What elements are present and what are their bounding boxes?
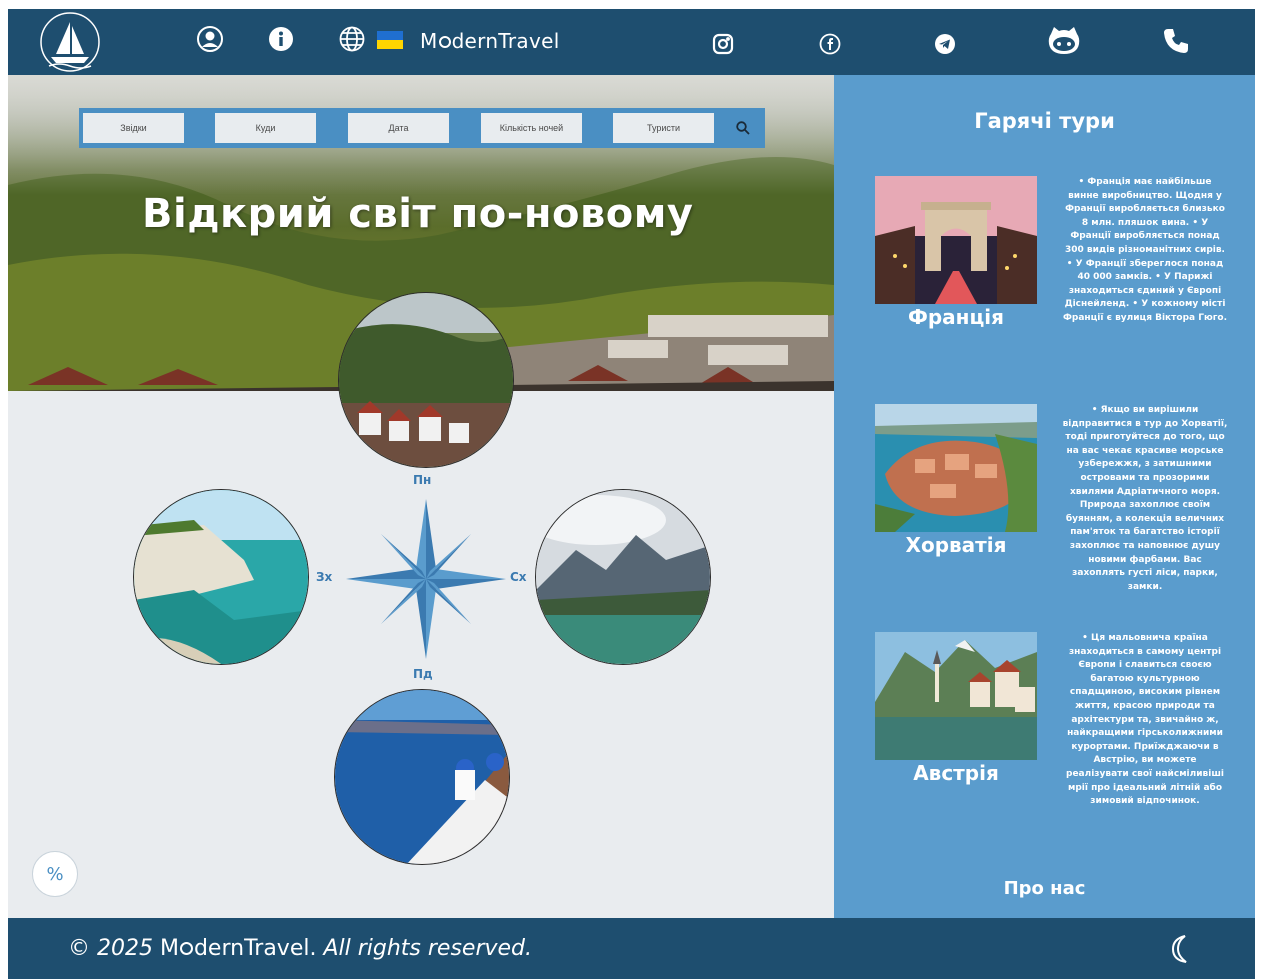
search-bar: Звідки Куди Дата Кількість ночей Туристи (79, 108, 765, 148)
sailboat-logo-icon[interactable] (39, 12, 101, 72)
west-destination-image[interactable] (133, 489, 309, 665)
search-from-field[interactable]: Звідки (83, 113, 184, 143)
instagram-icon[interactable] (711, 32, 735, 56)
search-nights-field[interactable]: Кількість ночей (481, 113, 582, 143)
phone-icon[interactable] (1161, 26, 1191, 56)
tour-text-france: • Франція має найбільше винне виробництв… (1062, 177, 1228, 323)
github-icon[interactable] (1046, 25, 1082, 57)
telegram-icon[interactable] (933, 32, 957, 56)
info-icon[interactable] (267, 25, 295, 53)
search-date-field[interactable]: Дата (348, 113, 449, 143)
moon-icon[interactable] (1168, 934, 1194, 968)
user-icon[interactable] (196, 25, 224, 53)
tour-text-croatia: • Якщо ви вирішили відправитися в тур до… (1062, 405, 1228, 592)
discount-button[interactable]: % (32, 851, 78, 897)
compass-rose-icon (346, 499, 506, 659)
footer-brand: MdernTravel. (159, 936, 317, 961)
hero-headline: Відкрий світ по-новому (142, 191, 694, 237)
north-destination-image[interactable] (338, 292, 514, 468)
tour-name-austria[interactable]: Австрія (875, 761, 1037, 785)
compass-east-label: Сх (510, 570, 527, 584)
brand-name[interactable]: MdernTravel (420, 29, 560, 53)
compass-south-label: Пд (413, 667, 433, 681)
search-icon[interactable] (731, 116, 755, 140)
hot-tours-title: Гарячі тури (974, 109, 1115, 133)
south-destination-image[interactable] (334, 689, 510, 865)
ukraine-flag-icon[interactable] (377, 30, 403, 50)
tour-name-croatia[interactable]: Хорватія (875, 533, 1037, 557)
globe-icon[interactable] (338, 25, 366, 53)
about-us-link[interactable]: Про нас (834, 878, 1255, 899)
hot-tours-panel: Гарячі тури Франція • Франція має найбіл… (834, 75, 1255, 918)
compass-north-label: Пн (413, 473, 432, 487)
copyright-text: © 2025 MdernTravel. All rights reserved. (68, 936, 533, 961)
tour-image-croatia[interactable] (875, 404, 1037, 532)
search-tourists-field[interactable]: Туристи (613, 113, 714, 143)
tour-text-austria: • Ця мальовнича країна знаходиться в сам… (1066, 633, 1224, 807)
east-destination-image[interactable] (535, 489, 711, 665)
header: MdernTravel (8, 9, 1255, 75)
footer: © 2025 MdernTravel. All rights reserved. (8, 918, 1255, 979)
facebook-icon[interactable] (818, 32, 842, 56)
compass-west-label: Зх (316, 570, 333, 584)
tour-image-france[interactable] (875, 176, 1037, 304)
page: MdernTravel Звідки Куди Дата Кількість н… (8, 9, 1255, 979)
tour-name-france[interactable]: Франція (875, 305, 1037, 329)
search-to-field[interactable]: Куди (215, 113, 316, 143)
tour-image-austria[interactable] (875, 632, 1037, 760)
